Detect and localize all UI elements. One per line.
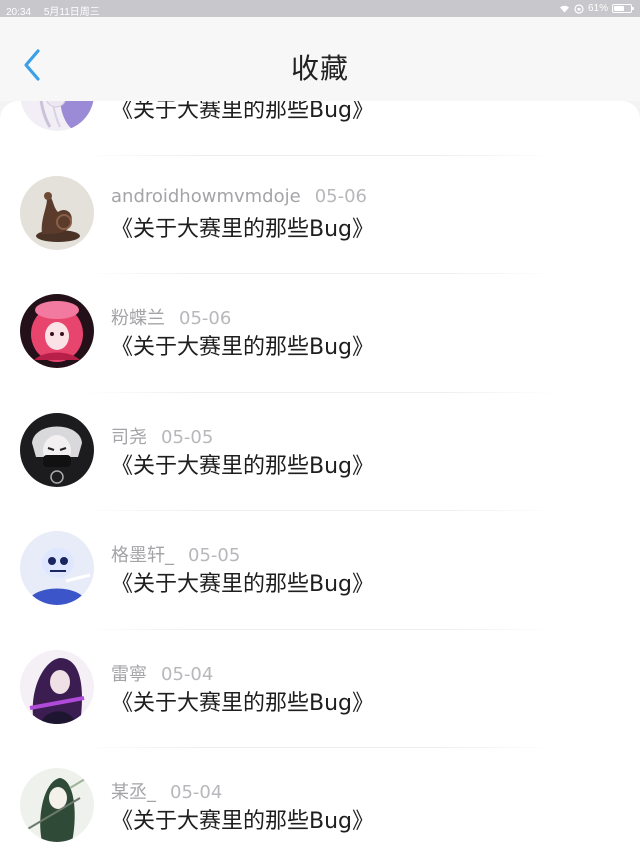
avatar[interactable] — [20, 531, 94, 605]
username[interactable]: 格墨轩_ — [111, 545, 174, 566]
favorites-list: 《关于大赛里的那些Bug》 androidhowmvmdoje 05-06 《关于… — [0, 101, 640, 861]
favorite-item[interactable]: 某丞_ 05-04 《关于大赛里的那些Bug》 — [0, 748, 640, 861]
favorite-item[interactable]: 司尧 05-05 《关于大赛里的那些Bug》 — [0, 393, 640, 511]
avatar[interactable] — [20, 294, 94, 368]
favorite-item[interactable]: 粉蝶兰 05-06 《关于大赛里的那些Bug》 — [0, 274, 640, 393]
battery-icon — [612, 4, 634, 13]
username[interactable]: 雷寧 — [111, 664, 147, 685]
avatar[interactable] — [20, 768, 94, 842]
post-title[interactable]: 《关于大赛里的那些Bug》 — [111, 566, 374, 598]
post-date: 05-06 — [179, 308, 232, 329]
username[interactable]: 司尧 — [111, 427, 147, 448]
post-meta: 某丞_ 05-04 — [111, 778, 222, 804]
post-date: 05-05 — [161, 426, 214, 448]
page-title: 收藏 — [290, 52, 349, 85]
status-right: 61% — [559, 3, 634, 14]
post-date: 05-04 — [161, 663, 214, 685]
avatar[interactable] — [20, 412, 94, 487]
orientation-lock-icon — [574, 3, 584, 14]
username[interactable]: androidhowmvmdoje — [111, 186, 301, 207]
avatar[interactable] — [20, 175, 94, 250]
favorite-item[interactable]: androidhowmvmdoje 05-06 《关于大赛里的那些Bug》 — [0, 156, 640, 274]
favorite-item[interactable]: 格墨轩_ 05-05 《关于大赛里的那些Bug》 — [0, 511, 640, 630]
post-title[interactable]: 《关于大赛里的那些Bug》 — [111, 685, 374, 717]
post-meta: 粉蝶兰 05-06 — [111, 304, 231, 330]
username[interactable]: 某丞_ — [111, 782, 156, 803]
post-title[interactable]: 《关于大赛里的那些Bug》 — [111, 329, 374, 361]
navigation-bar: 收藏 — [0, 17, 640, 101]
avatar[interactable] — [20, 101, 94, 131]
wifi-icon — [559, 4, 570, 13]
post-title[interactable]: 《关于大赛里的那些Bug》 — [111, 211, 374, 243]
battery-percent: 61% — [587, 3, 608, 14]
username[interactable]: 粉蝶兰 — [111, 308, 165, 329]
post-title[interactable]: 《关于大赛里的那些Bug》 — [111, 448, 374, 480]
post-title[interactable]: 《关于大赛里的那些Bug》 — [111, 101, 374, 124]
post-meta: 格墨轩_ 05-05 — [111, 541, 240, 567]
post-title[interactable]: 《关于大赛里的那些Bug》 — [111, 803, 374, 835]
favorite-item[interactable]: 雷寧 05-04 《关于大赛里的那些Bug》 — [0, 630, 640, 748]
favorite-item[interactable]: 《关于大赛里的那些Bug》 — [0, 101, 640, 156]
post-meta: androidhowmvmdoje 05-06 — [111, 186, 367, 207]
post-meta: 雷寧 05-04 — [111, 660, 213, 686]
post-date: 05-04 — [170, 782, 223, 803]
post-date: 05-06 — [314, 185, 367, 207]
post-meta: 司尧 05-05 — [111, 423, 213, 449]
post-date: 05-05 — [188, 545, 241, 566]
favorites-card: 《关于大赛里的那些Bug》 androidhowmvmdoje 05-06 《关于… — [0, 101, 640, 861]
status-left: 20:34 5月11日周三 — [6, 3, 110, 18]
avatar[interactable] — [20, 649, 94, 724]
status-bar: 20:34 5月11日周三 61% — [0, 0, 640, 18]
